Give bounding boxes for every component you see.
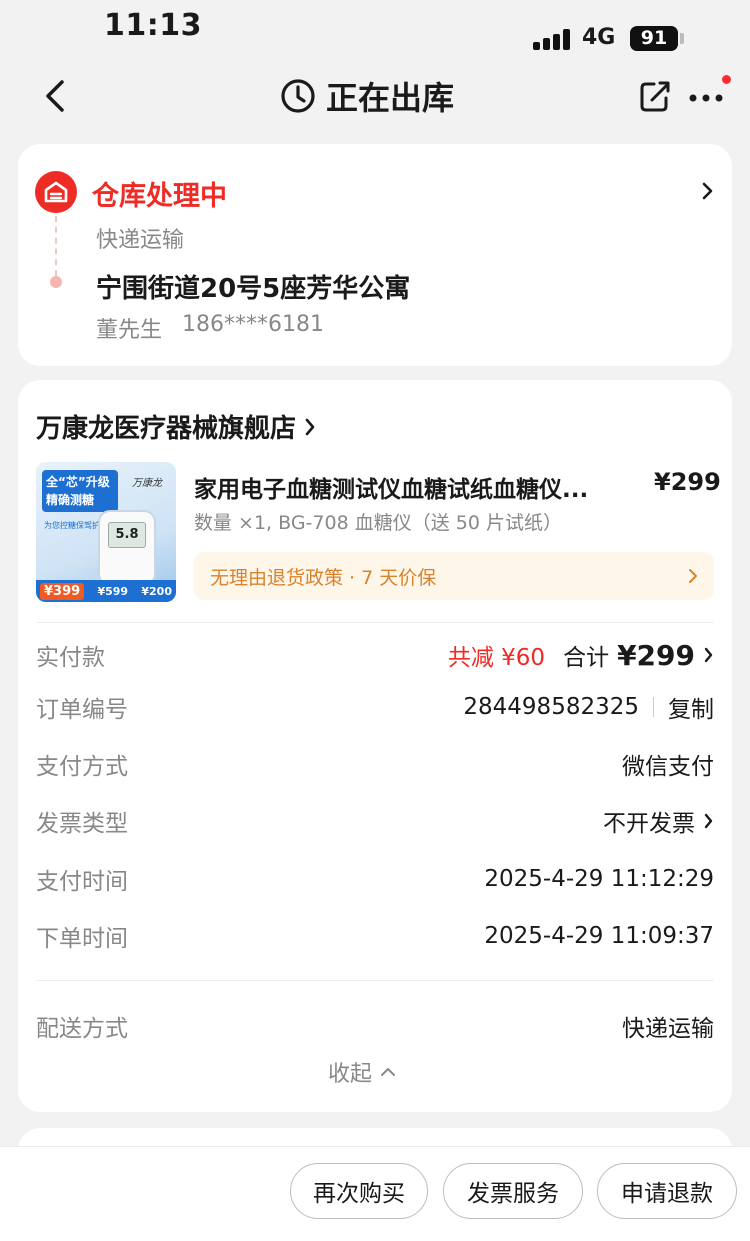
thumb-badge: 全“芯”升级 精确测糖: [42, 470, 118, 512]
thumb-price-main: ¥399: [40, 582, 85, 600]
payment-method-label: 支付方式: [36, 754, 128, 780]
delivery-address: 宁围街道20号5座芳华公寓: [96, 274, 411, 304]
discount-amount: 共减 ¥60: [447, 645, 546, 671]
product-title[interactable]: 家用电子血糖测试仪血糖试纸血糖仪...: [194, 470, 624, 504]
shop-link[interactable]: 万康龙医疗器械旗舰店: [36, 408, 316, 445]
invoice-type: 不开发票: [603, 811, 695, 837]
glucose-meter-illustration: 5.8: [98, 510, 156, 586]
order-time-row: 下单时间 2025-4-29 11:09:37: [36, 916, 714, 956]
recipient-contact: 董先生 186****6181: [96, 312, 324, 344]
shipping-method: 快递运输: [96, 228, 185, 253]
delivery-method: 快递运输: [622, 1016, 714, 1042]
divider: [36, 980, 714, 981]
bottom-action-bar: 再次购买 发票服务 申请退款: [0, 1146, 750, 1241]
thumb-price-alt1: ¥599: [97, 584, 129, 598]
chevron-right-icon: [704, 813, 713, 829]
more-dots-icon: [689, 94, 723, 102]
order-number-value: 284498582325 复制: [463, 690, 714, 724]
separator: [653, 697, 654, 717]
battery-tip: [680, 33, 684, 44]
chevron-right-icon: [702, 182, 713, 200]
more-button[interactable]: [688, 84, 728, 108]
shipment-status: 仓库处理中: [92, 181, 227, 212]
invoice-type-value: 不开发票: [603, 804, 714, 838]
timeline-dot: [50, 276, 62, 288]
policy-text: 无理由退货政策 · 7 天价保: [210, 566, 437, 589]
paid-label: 实付款: [36, 645, 105, 671]
chevron-right-icon: [704, 647, 713, 663]
refund-button[interactable]: 申请退款: [597, 1163, 737, 1219]
order-time-label: 下单时间: [36, 926, 128, 952]
payment-time: 2025-4-29 11:12:29: [484, 866, 714, 892]
share-button[interactable]: [638, 78, 672, 114]
divider: [36, 622, 714, 623]
chevron-right-icon: [689, 569, 697, 583]
invoice-type-label: 发票类型: [36, 811, 128, 837]
thumb-brand: 万康龙: [132, 478, 162, 489]
thumb-badge-line2: 精确测糖: [46, 493, 95, 507]
invoice-type-row[interactable]: 发票类型 不开发票: [36, 801, 714, 841]
payment-total-row[interactable]: 实付款 共减 ¥60 合计 ¥299: [36, 635, 714, 675]
battery-icon: 91: [630, 26, 678, 51]
product-price: ¥299: [654, 468, 721, 496]
order-card: 万康龙医疗器械旗舰店 全“芯”升级 精确测糖 万康龙 为您控糖保驾护航 5.8 …: [18, 380, 732, 1112]
delivery-method-row: 配送方式 快递运输: [36, 1006, 714, 1046]
shop-name: 万康龙医疗器械旗舰店: [36, 414, 297, 444]
chevron-up-icon: [381, 1068, 396, 1076]
chevron-right-icon: [305, 418, 315, 435]
payment-total-value: 共减 ¥60 合计 ¥299: [448, 638, 714, 672]
back-button[interactable]: [40, 76, 74, 116]
payment-method: 微信支付: [622, 754, 714, 780]
total-label: 合计: [563, 645, 610, 671]
nav-bar: 正在出库: [0, 62, 750, 132]
product-image[interactable]: 全“芯”升级 精确测糖 万康龙 为您控糖保驾护航 5.8 ¥399 ¥599 ¥…: [36, 462, 176, 602]
payment-time-row: 支付时间 2025-4-29 11:12:29: [36, 859, 714, 899]
collapse-button[interactable]: 收起: [328, 1056, 396, 1088]
copy-button[interactable]: 复制: [668, 690, 714, 724]
payment-time-label: 支付时间: [36, 869, 128, 895]
nav-title-group: 正在出库: [280, 74, 454, 118]
timeline-line: [55, 216, 57, 276]
product-spec: 数量 ×1, BG-708 血糖仪（送 50 片试纸）: [194, 512, 562, 534]
shipment-card[interactable]: 仓库处理中 快递运输 宁围街道20号5座芳华公寓 董先生 186****6181: [18, 144, 732, 366]
notification-dot: [722, 75, 731, 84]
thumb-price-bar: ¥399 ¥599 ¥200: [36, 580, 176, 602]
order-number-row: 订单编号 284498582325 复制: [36, 687, 714, 727]
thumb-screen-value: 5.8: [108, 522, 146, 548]
status-time: 11:13: [104, 8, 202, 43]
invoice-service-button[interactable]: 发票服务: [443, 1163, 583, 1219]
share-icon: [640, 81, 670, 112]
recipient-phone: 186****6181: [182, 312, 324, 337]
order-time: 2025-4-29 11:09:37: [484, 923, 714, 949]
return-policy-bar[interactable]: 无理由退货政策 · 7 天价保: [194, 552, 714, 600]
page-title: 正在出库: [326, 79, 455, 117]
network-label: 4G: [582, 25, 616, 50]
buy-again-button[interactable]: 再次购买: [290, 1163, 428, 1219]
order-number-label: 订单编号: [36, 697, 128, 723]
payment-method-row: 支付方式 微信支付: [36, 744, 714, 784]
thumb-badge-line1: 全“芯”升级: [46, 475, 110, 489]
thumb-price-alt2: ¥200: [141, 584, 172, 598]
recipient-name: 董先生: [96, 318, 163, 343]
collapse-label: 收起: [328, 1062, 373, 1087]
warehouse-icon: [35, 171, 77, 213]
clock-icon: [281, 79, 315, 113]
status-bar: 11:13 4G 91: [0, 0, 750, 62]
total-amount: ¥299: [617, 638, 695, 672]
delivery-method-label: 配送方式: [36, 1016, 128, 1042]
chevron-left-icon: [46, 80, 64, 112]
order-number: 284498582325: [463, 694, 639, 720]
signal-icon: [533, 28, 571, 50]
